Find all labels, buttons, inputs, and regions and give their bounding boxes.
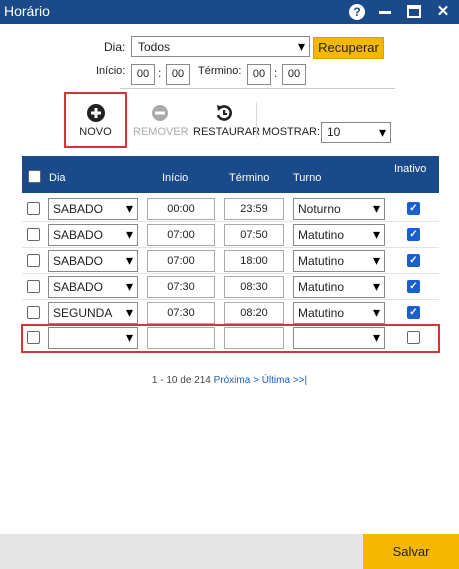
remover-button[interactable]: REMOVER	[133, 104, 189, 138]
pagination-range: 1 - 10 de 214	[151, 375, 211, 386]
row-checkbox[interactable]	[27, 202, 40, 215]
pagination: 1 - 10 de 214 Próxima > Última >>|	[0, 375, 459, 386]
row-checkbox[interactable]	[27, 228, 40, 241]
termino-cell-input[interactable]: 08:20	[224, 302, 284, 324]
next-page-link[interactable]: Próxima >	[214, 375, 259, 386]
row-checkbox[interactable]	[27, 280, 40, 293]
mostrar-label: MOSTRAR:	[262, 126, 321, 138]
remover-label: REMOVER	[133, 126, 189, 138]
inicio-hour-input[interactable]: 00	[131, 64, 155, 85]
header-turno: Turno	[293, 172, 322, 184]
restaurar-button[interactable]: RESTAURAR	[193, 104, 261, 138]
inativo-checkbox[interactable]: ✓	[407, 306, 420, 319]
dia-value: SABADO	[53, 254, 104, 268]
inativo-checkbox[interactable]: ✓	[407, 254, 420, 267]
turno-value: Matutino	[298, 280, 345, 294]
row-checkbox[interactable]	[27, 306, 40, 319]
turno-value: Noturno	[298, 202, 341, 216]
mostrar-select[interactable]: 10	[321, 122, 391, 143]
new-row-highlight	[21, 324, 440, 353]
minus-circle-icon	[152, 105, 168, 121]
termino-cell-input[interactable]: 23:59	[224, 198, 284, 220]
header-dia: Dia	[49, 172, 66, 184]
inicio-cell-input[interactable]: 07:00	[147, 250, 215, 272]
close-icon[interactable]: ✕	[435, 4, 451, 20]
turno-value: Matutino	[298, 254, 345, 268]
dia-value: SABADO	[53, 202, 104, 216]
termino-cell-input[interactable]: 18:00	[224, 250, 284, 272]
row-checkbox[interactable]	[27, 254, 40, 267]
termino-minute-input[interactable]: 00	[282, 64, 306, 85]
inicio-cell-input[interactable]: 07:30	[147, 276, 215, 298]
table-row: SEGUNDA 07:30 08:20 Matutino ✓	[22, 300, 439, 326]
termino-cell-input[interactable]: 07:50	[224, 224, 284, 246]
turno-cell-select[interactable]: Matutino	[293, 302, 385, 324]
window-title: Horário	[4, 3, 50, 19]
termino-cell-input[interactable]: 08:30	[224, 276, 284, 298]
minimize-icon[interactable]	[377, 4, 393, 20]
divider	[120, 88, 395, 89]
dia-cell-select[interactable]: SABADO	[48, 224, 138, 246]
turno-value: Matutino	[298, 306, 345, 320]
inicio-cell-input[interactable]: 00:00	[147, 198, 215, 220]
inicio-label: Início:	[96, 65, 126, 77]
inativo-checkbox[interactable]: ✓	[407, 228, 420, 241]
toolbar-separator	[256, 102, 257, 138]
dia-cell-select[interactable]: SABADO	[48, 276, 138, 298]
termino-colon: :	[274, 66, 278, 80]
dia-cell-select[interactable]: SEGUNDA	[48, 302, 138, 324]
novo-label: NOVO	[79, 126, 112, 138]
select-all-checkbox[interactable]	[28, 170, 41, 183]
termino-hour-input[interactable]: 00	[247, 64, 271, 85]
turno-value: Matutino	[298, 228, 345, 242]
dia-select-value: Todos	[138, 40, 171, 54]
termino-label: Término:	[198, 65, 242, 77]
inicio-minute-input[interactable]: 00	[166, 64, 190, 85]
header-inicio: Início	[162, 172, 189, 184]
header-inativo: Inativo	[394, 163, 427, 175]
dia-select[interactable]: Todos	[131, 36, 310, 57]
turno-cell-select[interactable]: Noturno	[293, 198, 385, 220]
salvar-button[interactable]: Salvar	[363, 534, 459, 569]
table-row: SABADO 00:00 23:59 Noturno ✓	[22, 196, 439, 222]
table-header: Dia Início Término Turno Inativo	[22, 156, 439, 193]
inativo-checkbox[interactable]: ✓	[407, 202, 420, 215]
table-row: SABADO 07:00 18:00 Matutino ✓	[22, 248, 439, 274]
inativo-checkbox[interactable]: ✓	[407, 280, 420, 293]
restaurar-label: RESTAURAR	[193, 126, 261, 138]
inicio-colon: :	[158, 66, 162, 80]
table-row: SABADO 07:00 07:50 Matutino ✓	[22, 222, 439, 248]
last-page-link[interactable]: Última >>|	[262, 375, 307, 386]
mostrar-value: 10	[327, 125, 341, 139]
header-termino: Término	[229, 172, 270, 184]
plus-circle-icon	[86, 104, 105, 122]
undo-icon	[216, 105, 232, 121]
novo-button[interactable]: NOVO	[64, 92, 127, 148]
dia-cell-select[interactable]: SABADO	[48, 198, 138, 220]
turno-cell-select[interactable]: Matutino	[293, 224, 385, 246]
inicio-cell-input[interactable]: 07:30	[147, 302, 215, 324]
dia-label: Dia:	[104, 40, 126, 54]
table-row: SABADO 07:30 08:30 Matutino ✓	[22, 274, 439, 300]
dia-value: SEGUNDA	[53, 306, 113, 320]
maximize-icon[interactable]	[406, 4, 422, 20]
dia-value: SABADO	[53, 228, 104, 242]
inicio-cell-input[interactable]: 07:00	[147, 224, 215, 246]
title-bar: Horário ? ✕	[0, 0, 459, 24]
turno-cell-select[interactable]: Matutino	[293, 250, 385, 272]
dia-cell-select[interactable]: SABADO	[48, 250, 138, 272]
recuperar-button[interactable]: Recuperar	[313, 37, 384, 59]
help-icon[interactable]: ?	[349, 4, 365, 20]
turno-cell-select[interactable]: Matutino	[293, 276, 385, 298]
dia-value: SABADO	[53, 280, 104, 294]
